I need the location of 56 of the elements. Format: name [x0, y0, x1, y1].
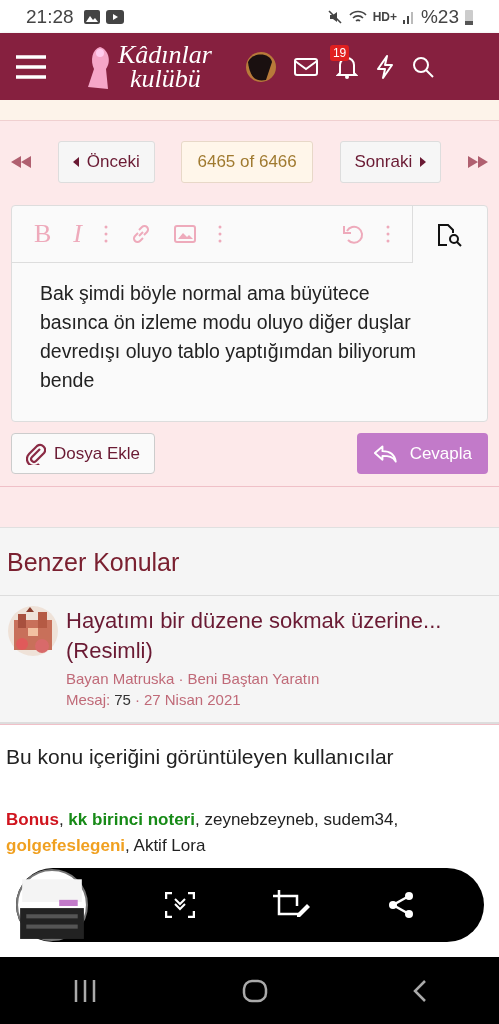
- avatar[interactable]: [245, 51, 276, 82]
- messages-label: Mesaj:: [66, 691, 111, 708]
- next-button[interactable]: Sonraki: [339, 141, 442, 183]
- comma: ,: [393, 810, 399, 829]
- username-link[interactable]: Bonus: [6, 810, 59, 829]
- search-icon[interactable]: [411, 55, 434, 78]
- left-caret-icon: [72, 157, 79, 167]
- paperclip-icon: [26, 442, 46, 465]
- forum-link[interactable]: Beni Baştan Yaratın: [187, 670, 320, 687]
- battery-icon: [465, 8, 473, 25]
- reply-arrow-icon: [373, 443, 398, 464]
- scroll-capture-icon[interactable]: [165, 892, 196, 918]
- username-link[interactable]: kk birinci noteri: [68, 810, 195, 829]
- video-icon: [105, 9, 124, 24]
- username-link[interactable]: sudem34: [323, 810, 394, 829]
- share-icon[interactable]: [388, 891, 414, 919]
- crop-edit-icon[interactable]: [272, 890, 311, 920]
- comma: ,: [125, 836, 130, 855]
- mail-icon[interactable]: [293, 57, 318, 76]
- logo-subtitle[interactable]: kulübü: [118, 66, 212, 91]
- back-icon[interactable]: [412, 978, 427, 1003]
- lightning-icon[interactable]: [375, 54, 394, 79]
- clock: 21:28: [26, 5, 74, 28]
- gallery-icon: [83, 9, 100, 24]
- signal-icon: [402, 9, 415, 24]
- notification-badge: 19: [329, 44, 350, 61]
- thread-title-link[interactable]: Hayatımı bir düzene sokmak üzerine... (Resimli): [66, 606, 491, 666]
- mute-icon: [326, 8, 343, 25]
- separator-dot: ·: [178, 670, 184, 687]
- thread-date: 27 Nisan 2021: [143, 691, 241, 708]
- section-title: Bu konu içeriğini görüntüleyen kullanıcılar: [6, 745, 395, 769]
- author-link[interactable]: Bayan Matruska: [66, 670, 175, 687]
- logo-title[interactable]: Kâdınlar: [118, 42, 212, 67]
- comma: ,: [314, 810, 319, 829]
- attach-file-button[interactable]: Dosya Ekle: [11, 433, 155, 474]
- section-title: Benzer Konular: [0, 528, 499, 596]
- reply-editor[interactable]: B I Bak şimdi böyle normal ama büyütece basınca ön izleme modu oluyo diğer duşlar devredışı oluyo tablo yaptığımdan biliyorum bende: [11, 205, 488, 422]
- home-icon[interactable]: [241, 978, 268, 1003]
- comma: ,: [194, 810, 200, 829]
- preview-icon[interactable]: [437, 222, 463, 247]
- right-caret-icon: [420, 157, 427, 167]
- first-page-icon[interactable]: [11, 156, 31, 168]
- menu-icon[interactable]: [16, 54, 46, 79]
- separator-dot: ·: [134, 691, 140, 708]
- previous-button[interactable]: Önceki: [57, 141, 155, 183]
- recent-apps-icon[interactable]: [72, 979, 97, 1002]
- username-link[interactable]: zeynebzeyneb: [204, 810, 315, 829]
- page-indicator[interactable]: 6465 of 6466: [181, 141, 313, 183]
- comma: ,: [58, 810, 64, 829]
- wifi-icon: [348, 8, 367, 25]
- last-page-icon[interactable]: [467, 156, 488, 168]
- message-text: Bak şimdi böyle normal ama büyütece basınca ön izleme modu oluyo diğer duşlar devredışı oluyo tablo yaptığımdan biliyorum bende: [39, 281, 418, 393]
- battery-level: %23: [420, 5, 459, 28]
- username-link[interactable]: Aktif Lora: [133, 836, 206, 855]
- network-type: HD+: [372, 9, 397, 24]
- message-count: 75: [114, 691, 131, 708]
